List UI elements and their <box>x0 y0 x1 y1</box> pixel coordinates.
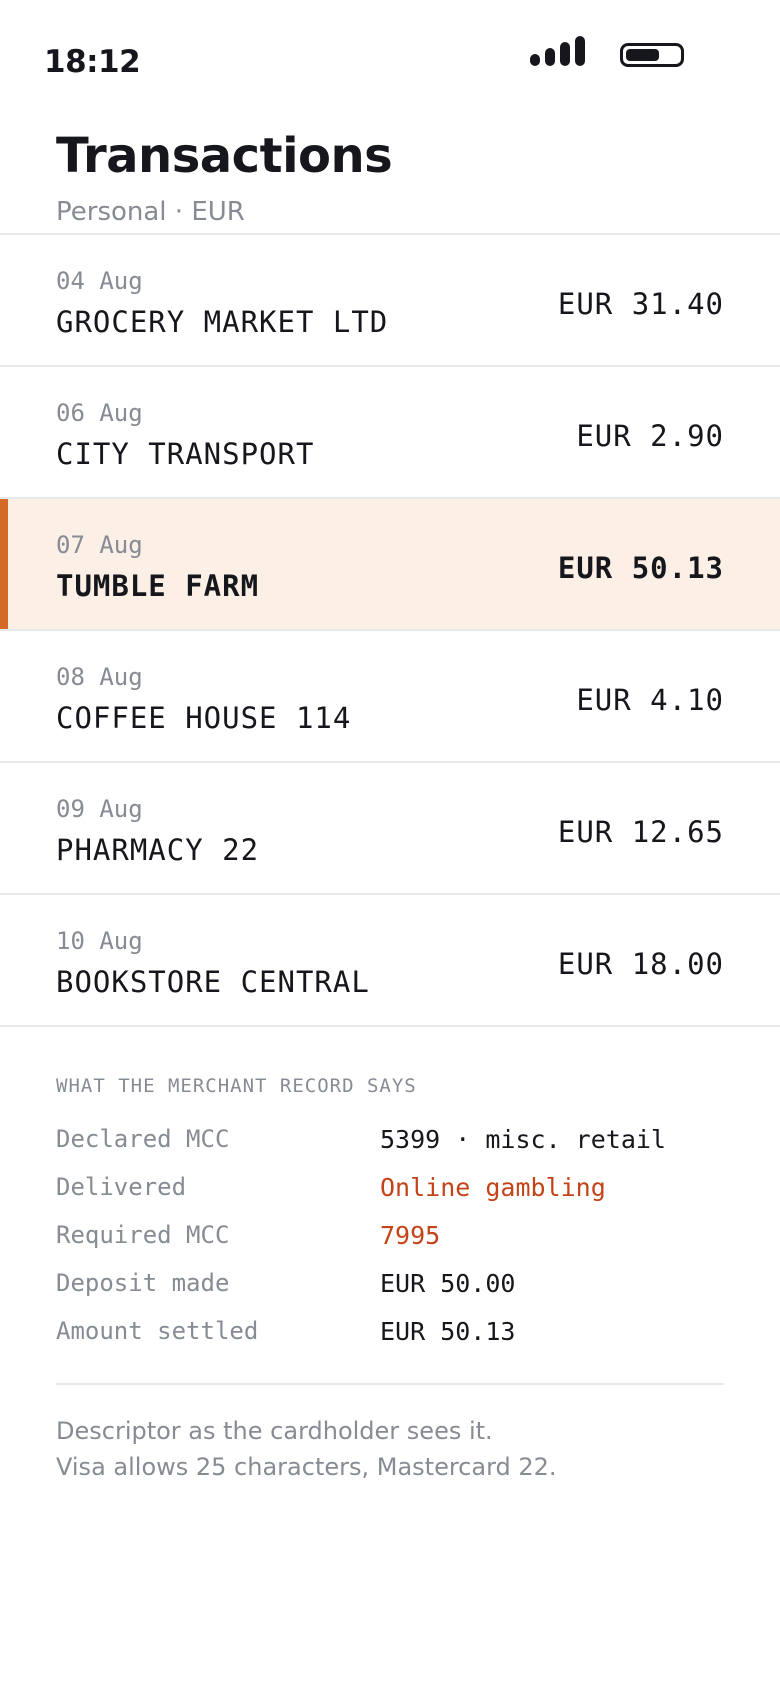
account-subtitle: Personal · EUR <box>56 197 245 227</box>
transaction-date: 10 Aug <box>56 927 143 955</box>
record-row-settled: Amount settled EUR 50.13 <box>56 1307 724 1355</box>
record-value-alert: 7995 <box>380 1220 441 1250</box>
status-time: 18:12 <box>44 44 141 80</box>
transaction-row[interactable]: 09 Aug PHARMACY 22 EUR 12.65 <box>0 763 780 895</box>
transaction-row[interactable]: 08 Aug COFFEE HOUSE 114 EUR 4.10 <box>0 631 780 763</box>
transaction-list: 04 Aug GROCERY MARKET LTD EUR 31.40 06 A… <box>0 235 780 1027</box>
merchant-record-panel: WHAT THE MERCHANT RECORD SAYS Declared M… <box>0 1027 780 1485</box>
transaction-merchant: TUMBLE FARM <box>56 569 260 603</box>
transaction-date: 04 Aug <box>56 267 143 295</box>
transaction-amount: EUR 50.13 <box>557 551 724 585</box>
transaction-merchant: BOOKSTORE CENTRAL <box>56 965 370 999</box>
record-row-declared-mcc: Declared MCC 5399 · misc. retail <box>56 1115 724 1163</box>
transaction-amount: EUR 12.65 <box>557 815 724 849</box>
record-value-alert: Online gambling <box>380 1172 606 1202</box>
transaction-row-flagged[interactable]: 07 Aug TUMBLE FARM EUR 50.13 <box>0 499 780 631</box>
record-row-required-mcc: Required MCC 7995 <box>56 1211 724 1259</box>
status-bar: 18:12 <box>0 0 780 120</box>
battery-icon <box>620 43 684 67</box>
record-label: Required MCC <box>56 1221 230 1249</box>
footnote-line: Descriptor as the cardholder sees it. <box>56 1417 493 1445</box>
transaction-amount: EUR 4.10 <box>576 683 724 717</box>
record-label: Deposit made <box>56 1269 230 1297</box>
record-label: Amount settled <box>56 1317 259 1345</box>
footnote-line: Visa allows 25 characters, Mastercard 22… <box>56 1453 557 1481</box>
transaction-merchant: GROCERY MARKET LTD <box>56 305 389 339</box>
transaction-merchant: PHARMACY 22 <box>56 833 260 867</box>
transaction-amount: EUR 18.00 <box>557 947 724 981</box>
divider <box>56 1383 724 1385</box>
record-label: Delivered <box>56 1173 187 1201</box>
transaction-date: 06 Aug <box>56 399 143 427</box>
record-value: EUR 50.00 <box>380 1268 516 1298</box>
record-label: Declared MCC <box>56 1125 230 1153</box>
transaction-merchant: CITY TRANSPORT <box>56 437 315 471</box>
signal-icon <box>530 36 585 66</box>
record-value: 5399 · misc. retail <box>380 1124 666 1154</box>
transaction-merchant: COFFEE HOUSE 114 <box>56 701 352 735</box>
transaction-date: 09 Aug <box>56 795 143 823</box>
record-value: EUR 50.13 <box>380 1316 516 1346</box>
page-title: Transactions <box>56 128 393 184</box>
transaction-date: 08 Aug <box>56 663 143 691</box>
transaction-amount: EUR 2.90 <box>576 419 724 453</box>
merchant-record-heading: WHAT THE MERCHANT RECORD SAYS <box>56 1075 417 1097</box>
transaction-date: 07 Aug <box>56 531 143 559</box>
record-row-deposit: Deposit made EUR 50.00 <box>56 1259 724 1307</box>
transaction-row[interactable]: 10 Aug BOOKSTORE CENTRAL EUR 18.00 <box>0 895 780 1027</box>
page-header: Transactions Personal · EUR <box>0 120 780 235</box>
transaction-row[interactable]: 06 Aug CITY TRANSPORT EUR 2.90 <box>0 367 780 499</box>
transaction-amount: EUR 31.40 <box>557 287 724 321</box>
record-row-delivered: Delivered Online gambling <box>56 1163 724 1211</box>
transaction-row[interactable]: 04 Aug GROCERY MARKET LTD EUR 31.40 <box>0 235 780 367</box>
descriptor-footnote: Descriptor as the cardholder sees it. Vi… <box>56 1413 724 1485</box>
